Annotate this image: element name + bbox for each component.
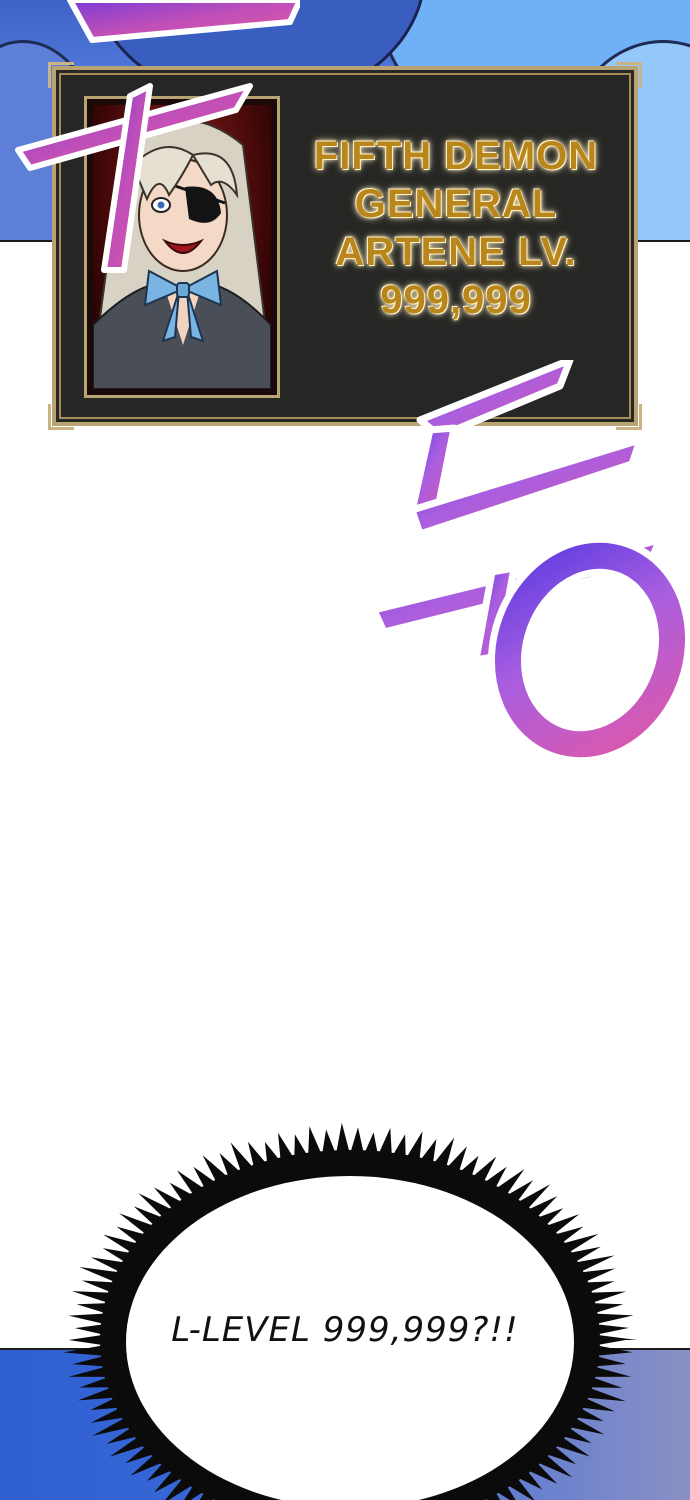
frame-corner [48, 404, 74, 430]
sfx-duung-glyph [370, 360, 690, 760]
speech-bubble-text: L-LEVEL 999,999?!! [171, 1310, 519, 1350]
frame-corner [616, 62, 642, 88]
speech-bubble-shape [63, 1122, 638, 1500]
status-title: FIFTH DEMON GENERAL ARTENE LV. 999,999 [313, 134, 599, 322]
sfx-stroke-glyph [15, 0, 300, 273]
comic-page: FIFTH DEMON GENERAL ARTENE LV. 999,999 L… [0, 0, 690, 1500]
